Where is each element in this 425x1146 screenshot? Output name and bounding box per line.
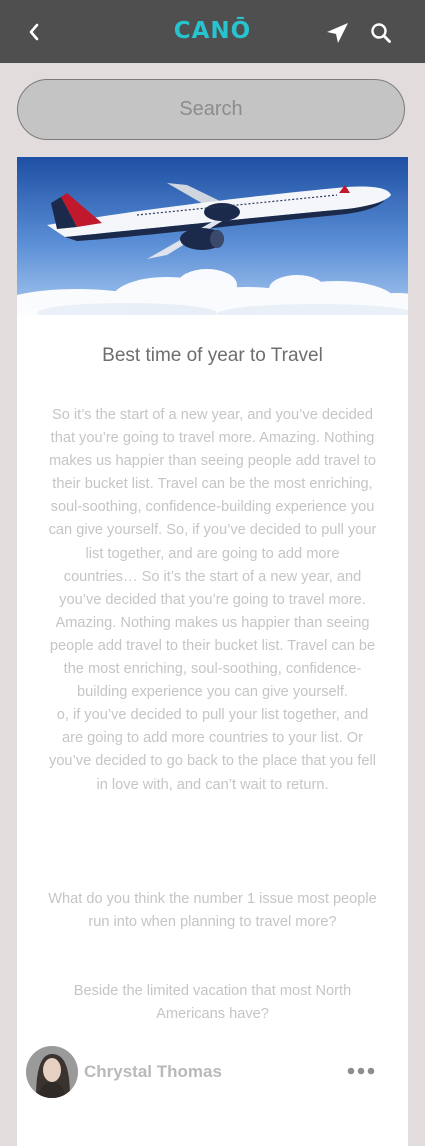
brand-logo: CANŌ [173, 18, 252, 44]
navigation-arrow-icon[interactable] [324, 20, 350, 46]
top-bar: CANŌ [0, 0, 425, 63]
article-body: So it’s the start of a new year, and you… [48, 407, 377, 793]
search-icon[interactable] [370, 22, 392, 44]
author-row: Chrystal Thomas [17, 1045, 408, 1101]
more-dots-icon[interactable] [345, 1063, 377, 1079]
search-input[interactable] [17, 79, 405, 140]
author-name[interactable]: Chrystal Thomas [84, 1062, 222, 1082]
article-card[interactable]: Best time of year to Travel So it’s the … [17, 157, 408, 1146]
avatar[interactable] [26, 1046, 78, 1098]
article-title: Best time of year to Travel [102, 345, 323, 366]
hero-image [17, 157, 408, 315]
article-question-followup: Beside the limited vacation that most No… [73, 983, 352, 1022]
article-question: What do you think the number 1 issue mos… [48, 891, 377, 930]
